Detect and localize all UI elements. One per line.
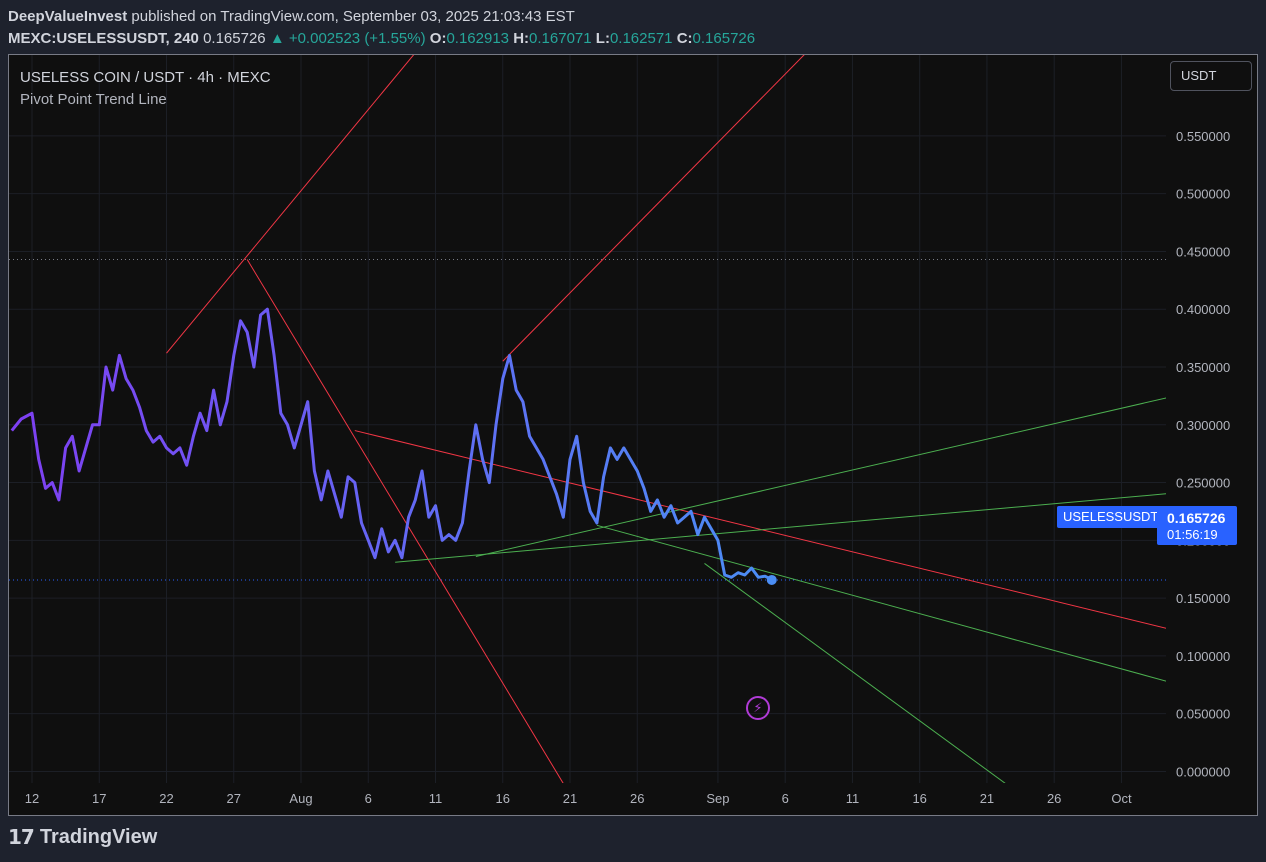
trend-line[interactable] (502, 55, 907, 362)
ohlc-line: MEXC:USELESSUSDT, 240 0.165726 ▲ +0.0025… (8, 28, 755, 50)
indicator-name[interactable]: Pivot Point Trend Line (20, 89, 271, 111)
bar-countdown: 01:56:19 (1167, 527, 1218, 542)
lightning-icon[interactable]: ⚡ (746, 696, 770, 720)
publish-line: DeepValueInvest published on TradingView… (8, 6, 755, 28)
close-label: C: (676, 30, 693, 47)
chart-legend: USELESS COIN / USDT · 4h · MEXC Pivot Po… (20, 67, 271, 111)
y-axis-tick-label: 0.550000 (1176, 129, 1230, 144)
last-price-tag: 0.165726 01:56:19 (1157, 506, 1237, 545)
x-axis-tick-label: 26 (630, 791, 644, 806)
footer: 𝟭𝟳 TradingView (8, 825, 157, 850)
y-axis-tick-label: 0.050000 (1176, 707, 1230, 722)
x-axis-tick-label: 16 (912, 791, 926, 806)
high-value: 0.167071 (529, 30, 592, 47)
publisher-name[interactable]: DeepValueInvest (8, 8, 127, 25)
y-axis-tick-label: 0.150000 (1176, 591, 1230, 606)
x-axis-tick-label: 6 (365, 791, 372, 806)
x-axis-tick-label: 27 (227, 791, 241, 806)
x-axis-tick-label: 26 (1047, 791, 1061, 806)
x-axis-tick-label: 21 (980, 791, 994, 806)
x-axis-tick-label: Aug (289, 791, 312, 806)
y-axis-tick-label: 0.500000 (1176, 187, 1230, 202)
trend-line[interactable] (354, 430, 1175, 631)
x-axis-tick-label: Oct (1111, 791, 1132, 806)
y-axis-tick-label: 0.300000 (1176, 418, 1230, 433)
x-axis-tick-label: 6 (782, 791, 789, 806)
low-value: 0.162571 (609, 30, 673, 47)
trend-line[interactable] (475, 396, 1175, 557)
y-axis-tick-label: 0.250000 (1176, 476, 1230, 491)
x-axis-tick-label: 12 (25, 791, 39, 806)
legend-title[interactable]: USELESS COIN / USDT · 4h · MEXC (20, 67, 271, 89)
y-axis-tick-label: 0.400000 (1176, 302, 1230, 317)
price-chart[interactable]: 0.550000 0.500000 0.450000 0.400000 0.350000… (9, 55, 1257, 815)
published-text: published on TradingView.com, September … (131, 8, 575, 25)
y-axis-tick-label: 0.450000 (1176, 244, 1230, 259)
price-tag-value: 0.165726 (1167, 510, 1226, 526)
open-value: 0.162913 (446, 30, 510, 47)
brand-name[interactable]: TradingView (40, 826, 157, 849)
y-axis-tick-label: 0.000000 (1176, 764, 1230, 779)
chart-panel[interactable]: 0.550000 0.500000 0.450000 0.400000 0.350000… (8, 54, 1258, 816)
currency-button[interactable]: USDT (1170, 61, 1252, 91)
chart-header: DeepValueInvest published on TradingView… (8, 6, 755, 50)
trend-line[interactable] (246, 259, 570, 795)
x-axis-tick-label: 21 (563, 791, 577, 806)
trend-line[interactable] (596, 524, 1175, 683)
x-axis-tick-label: 22 (159, 791, 173, 806)
x-axis-tick-label: Sep (706, 791, 729, 806)
x-axis-tick-label: 11 (846, 791, 860, 806)
y-axis-tick-label: 0.100000 (1176, 649, 1230, 664)
x-axis-tick-label: 17 (92, 791, 106, 806)
last-price-dot (766, 574, 777, 585)
tradingview-logo-icon[interactable]: 𝟭𝟳 (8, 825, 35, 850)
low-label: L: (595, 30, 610, 47)
close-value: 0.165726 (692, 30, 756, 47)
last-price: 0.165726 (203, 30, 266, 47)
open-label: O: (429, 30, 447, 47)
x-axis-tick-label: 11 (429, 791, 443, 806)
x-axis-tick-label: 16 (496, 791, 510, 806)
symbol-interval: MEXC:USELESSUSDT, 240 (8, 30, 199, 47)
price-change: ▲ +0.002523 (+1.55%) (269, 30, 426, 47)
symbol-price-label: USELESSUSDT (1057, 506, 1165, 528)
y-axis-tick-label: 0.350000 (1176, 360, 1230, 375)
high-label: H: (513, 30, 530, 47)
